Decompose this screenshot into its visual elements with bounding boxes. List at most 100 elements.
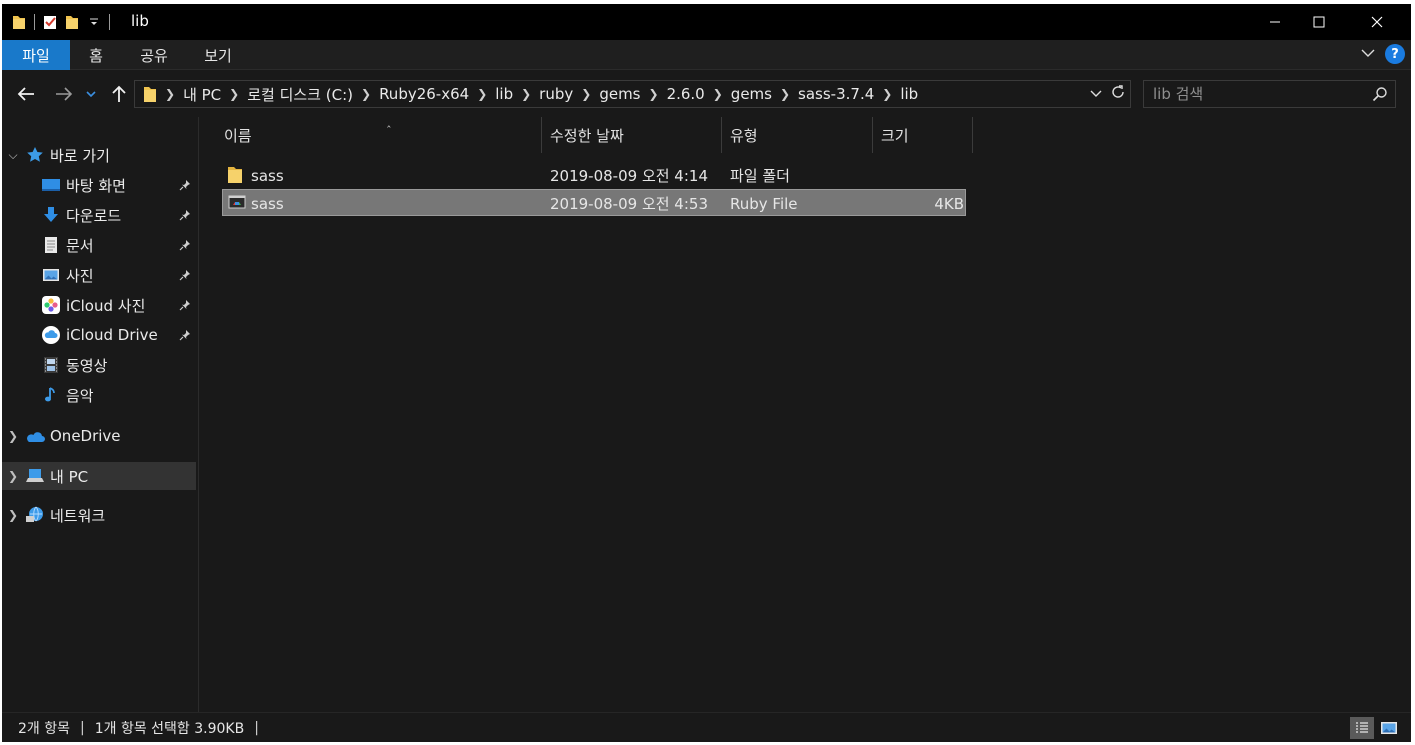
- breadcrumb-gems[interactable]: gems: [595, 85, 644, 103]
- sidebar-item-icloud-photos[interactable]: iCloud 사진: [2, 291, 196, 319]
- breadcrumb-sass[interactable]: sass-3.7.4: [794, 85, 878, 103]
- sidebar-item-label: 동영상: [66, 356, 108, 375]
- desktop-icon: [40, 174, 62, 196]
- sidebar-item-videos[interactable]: 동영상: [2, 351, 196, 379]
- expand-ribbon-icon[interactable]: [1361, 46, 1375, 62]
- search-input[interactable]: [1144, 81, 1365, 107]
- item-count: 2개 항목: [18, 720, 70, 737]
- large-icons-view-button[interactable]: [1377, 717, 1401, 739]
- breadcrumb-version[interactable]: 2.6.0: [663, 85, 709, 103]
- table-row[interactable]: sass 2019-08-09 오전 4:14 파일 폴더: [222, 162, 966, 189]
- breadcrumb-ruby[interactable]: ruby: [535, 85, 577, 103]
- tab-home[interactable]: 홈: [76, 40, 116, 70]
- breadcrumb-separator-icon[interactable]: ❯: [357, 87, 375, 101]
- breadcrumb-this-pc[interactable]: 내 PC: [179, 84, 225, 105]
- up-button[interactable]: [106, 81, 132, 107]
- sidebar-item-icloud-drive[interactable]: iCloud Drive: [2, 321, 196, 349]
- tab-share[interactable]: 공유: [130, 40, 178, 70]
- pin-icon[interactable]: [176, 239, 194, 251]
- folder-icon: [139, 81, 161, 107]
- breadcrumb-gems-2[interactable]: gems: [727, 85, 776, 103]
- customize-toolbar-icon[interactable]: [83, 4, 105, 40]
- breadcrumb-local-disk[interactable]: 로컬 디스크 (C:): [243, 84, 357, 105]
- document-icon: [40, 234, 62, 256]
- sidebar-item-downloads[interactable]: 다운로드: [2, 201, 196, 229]
- table-row[interactable]: sass 2019-08-09 오전 4:53 Ruby File 4KB: [222, 189, 966, 216]
- chevron-right-icon[interactable]: ❯: [2, 429, 24, 443]
- column-label: 수정한 날짜: [550, 126, 624, 145]
- details-view-button[interactable]: [1350, 717, 1374, 739]
- refresh-icon[interactable]: [1110, 84, 1126, 104]
- pin-icon[interactable]: [176, 269, 194, 281]
- file-modified: 2019-08-09 오전 4:53: [550, 195, 708, 213]
- tab-file[interactable]: 파일: [2, 40, 70, 70]
- tab-view[interactable]: 보기: [194, 40, 242, 70]
- window-title: lib: [131, 12, 149, 30]
- navigation-bar: ❯ 내 PC ❯ 로컬 디스크 (C:) ❯ Ruby26-x64 ❯ lib …: [2, 71, 1411, 117]
- breadcrumb-separator-icon[interactable]: ❯: [878, 87, 896, 101]
- quick-access-toolbar: [8, 4, 114, 40]
- status-divider: |: [80, 719, 85, 736]
- title-bar: lib: [2, 4, 1411, 40]
- breadcrumb-separator-icon[interactable]: ❯: [473, 87, 491, 101]
- breadcrumb-separator-icon[interactable]: ❯: [776, 87, 794, 101]
- sidebar-item-this-pc[interactable]: ❯ 내 PC: [2, 462, 196, 490]
- column-header-type[interactable]: 유형: [722, 117, 873, 153]
- sidebar-item-label: iCloud Drive: [66, 326, 158, 344]
- pictures-icon: [40, 264, 62, 286]
- breadcrumb-lib[interactable]: lib: [491, 85, 517, 103]
- sidebar-item-onedrive[interactable]: ❯ OneDrive: [2, 422, 196, 450]
- status-divider: |: [254, 719, 259, 736]
- toolbar-divider: [34, 14, 35, 30]
- folder-icon[interactable]: [8, 4, 30, 40]
- breadcrumb-ruby26[interactable]: Ruby26-x64: [375, 85, 473, 103]
- close-button[interactable]: [1348, 4, 1406, 40]
- breadcrumb-separator-icon[interactable]: ❯: [645, 87, 663, 101]
- sidebar-item-label: 네트워크: [50, 506, 106, 525]
- folder-icon: [227, 166, 245, 184]
- breadcrumb-current[interactable]: lib: [896, 85, 922, 103]
- music-icon: [40, 384, 62, 406]
- sidebar-item-quick-access[interactable]: ⌵ 바로 가기: [2, 141, 196, 169]
- file-size: [882, 162, 964, 189]
- back-button[interactable]: [13, 81, 39, 107]
- pin-icon[interactable]: [176, 329, 194, 341]
- chevron-right-icon[interactable]: ❯: [2, 508, 24, 522]
- pin-icon[interactable]: [176, 209, 194, 221]
- breadcrumb-separator-icon[interactable]: ❯: [577, 87, 595, 101]
- sidebar-item-desktop[interactable]: 바탕 화면: [2, 171, 196, 199]
- pin-icon[interactable]: [176, 179, 194, 191]
- recent-locations-icon[interactable]: [82, 81, 100, 107]
- new-folder-icon[interactable]: [61, 4, 83, 40]
- sort-ascending-icon: ‸: [387, 115, 391, 128]
- ribbon-controls: ?: [1361, 44, 1405, 64]
- properties-icon[interactable]: [39, 4, 61, 40]
- sidebar-item-pictures[interactable]: 사진: [2, 261, 196, 289]
- chevron-down-icon[interactable]: ⌵: [2, 148, 24, 163]
- breadcrumb-separator-icon[interactable]: ❯: [517, 87, 535, 101]
- address-bar[interactable]: ❯ 내 PC ❯ 로컬 디스크 (C:) ❯ Ruby26-x64 ❯ lib …: [134, 80, 1131, 108]
- breadcrumb-separator-icon[interactable]: ❯: [225, 87, 243, 101]
- sidebar-item-network[interactable]: ❯ 네트워크: [2, 501, 196, 529]
- file-type: Ruby File: [730, 194, 798, 213]
- chevron-right-icon[interactable]: ❯: [2, 469, 24, 483]
- file-type: 파일 폴더: [730, 167, 790, 185]
- sidebar-item-label: 바로 가기: [50, 146, 110, 165]
- column-header-name[interactable]: 이름 ‸: [216, 115, 542, 153]
- column-header-size[interactable]: 크기: [873, 117, 973, 153]
- column-label: 이름: [224, 126, 252, 145]
- column-header-modified[interactable]: 수정한 날짜: [542, 117, 722, 153]
- computer-icon: [24, 465, 46, 487]
- search-icon[interactable]: [1365, 86, 1395, 102]
- address-history-icon[interactable]: [1090, 86, 1102, 102]
- maximize-button[interactable]: [1290, 4, 1348, 40]
- sidebar-item-label: OneDrive: [50, 427, 121, 445]
- status-bar: 2개 항목 | 1개 항목 선택함 3.90KB |: [2, 712, 1411, 742]
- breadcrumb-separator-icon[interactable]: ❯: [161, 87, 179, 101]
- sidebar-item-music[interactable]: 음악: [2, 381, 196, 409]
- forward-button[interactable]: [51, 81, 77, 107]
- breadcrumb-separator-icon[interactable]: ❯: [709, 87, 727, 101]
- help-icon[interactable]: ?: [1385, 44, 1405, 64]
- sidebar-item-documents[interactable]: 문서: [2, 231, 196, 259]
- pin-icon[interactable]: [176, 299, 194, 311]
